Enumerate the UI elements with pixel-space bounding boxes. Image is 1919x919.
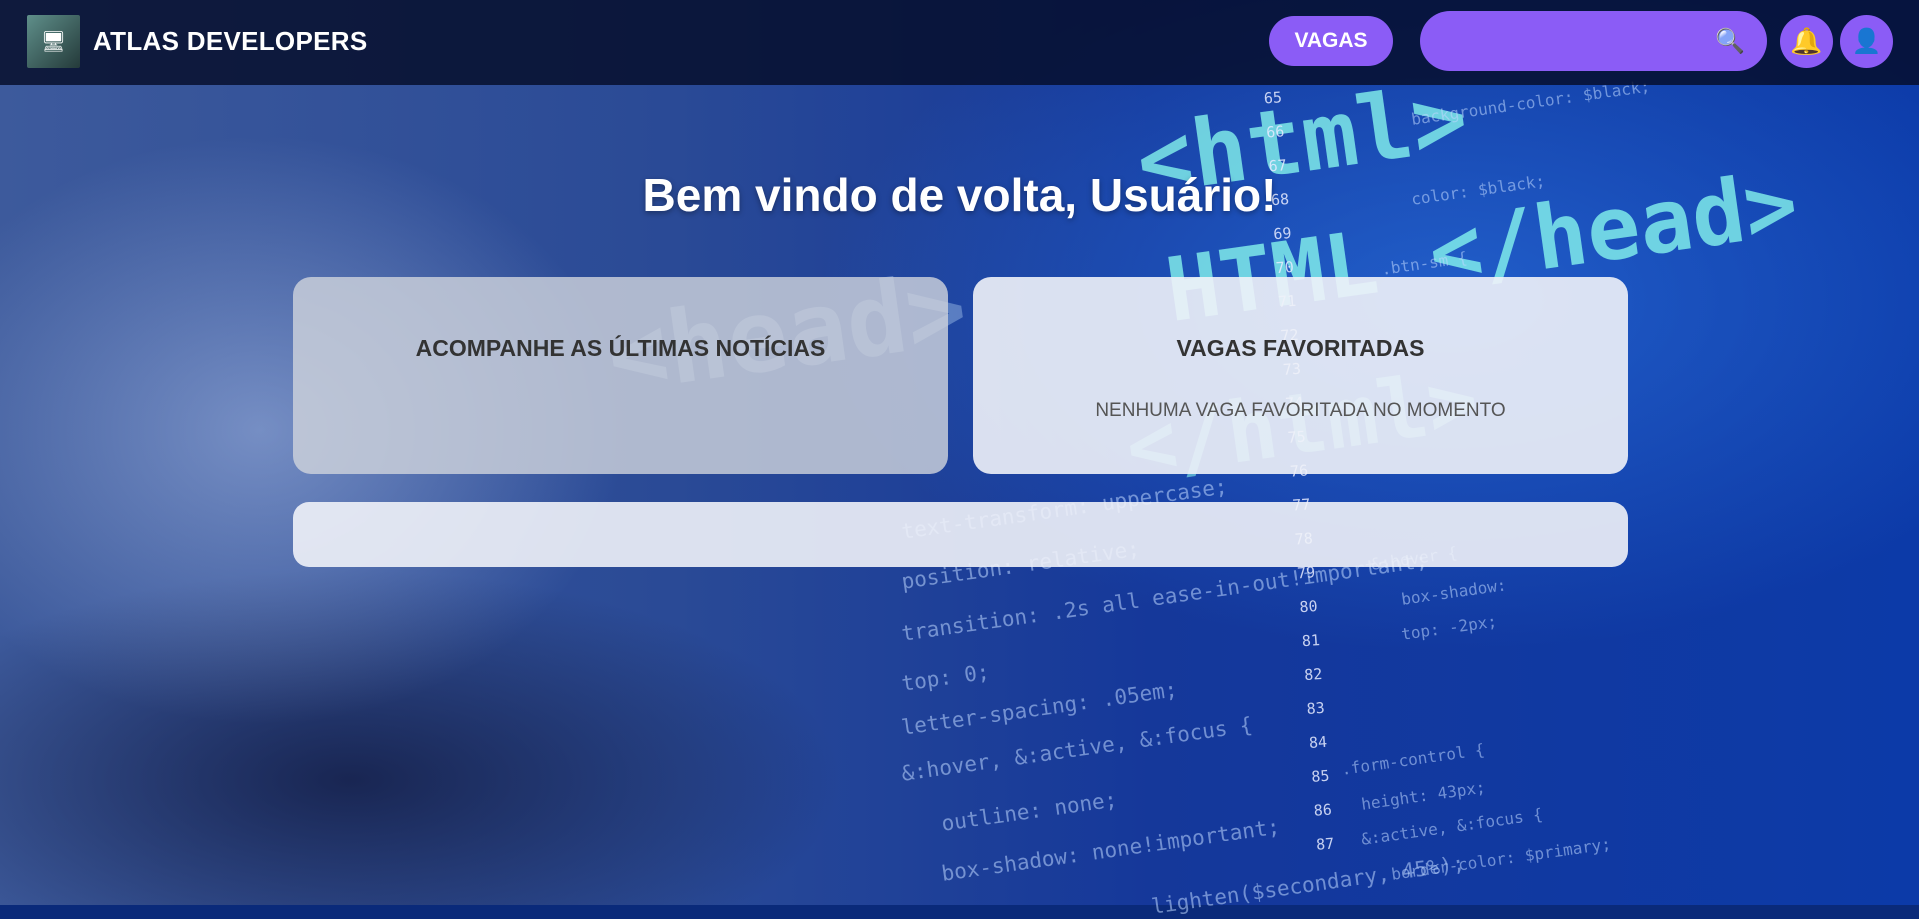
news-card-title: ACOMPANHE AS ÚLTIMAS NOTÍCIAS [415,335,826,361]
vagas-button[interactable]: VAGAS [1269,16,1393,66]
favorites-card: VAGAS FAVORITADAS NENHUMA VAGA FAVORITAD… [973,277,1628,474]
line-number: 66 [1265,122,1285,142]
content-strip [293,502,1628,567]
profile-button[interactable]: 👤 [1840,15,1893,68]
user-icon: 👤 [1851,28,1882,55]
line-number: 82 [1303,664,1323,685]
notifications-button[interactable]: 🔔 [1780,15,1833,68]
top-navbar: 🖥 ATLAS DEVELOPERS VAGAS 🔍 🔔 👤 [0,0,1919,85]
welcome-title: Bem vindo de volta, Usuário! [642,169,1277,221]
favorites-empty-message: NENHUMA VAGA FAVORITADA NO MOMENTO [1095,400,1506,421]
logo[interactable]: 🖥 [27,15,80,68]
line-number: 87 [1315,834,1335,854]
line-number: 65 [1263,88,1283,108]
logo-computer-icon: 🖥 [40,31,67,53]
bell-icon: 🔔 [1790,26,1823,56]
brand-name[interactable]: ATLAS DEVELOPERS [93,26,367,57]
line-number: 84 [1308,732,1328,752]
line-number: 86 [1313,800,1333,820]
favorites-card-title: VAGAS FAVORITADAS [1176,335,1425,361]
line-number: 80 [1298,597,1319,617]
search-icon[interactable]: 🔍 [1715,27,1745,56]
line-number: 81 [1301,630,1321,651]
news-card: ACOMPANHE AS ÚLTIMAS NOTÍCIAS [293,277,948,474]
search-input[interactable] [1442,25,1706,59]
line-number: 83 [1305,698,1326,719]
search-bar: 🔍 [1420,11,1767,71]
line-number: 85 [1310,766,1331,786]
